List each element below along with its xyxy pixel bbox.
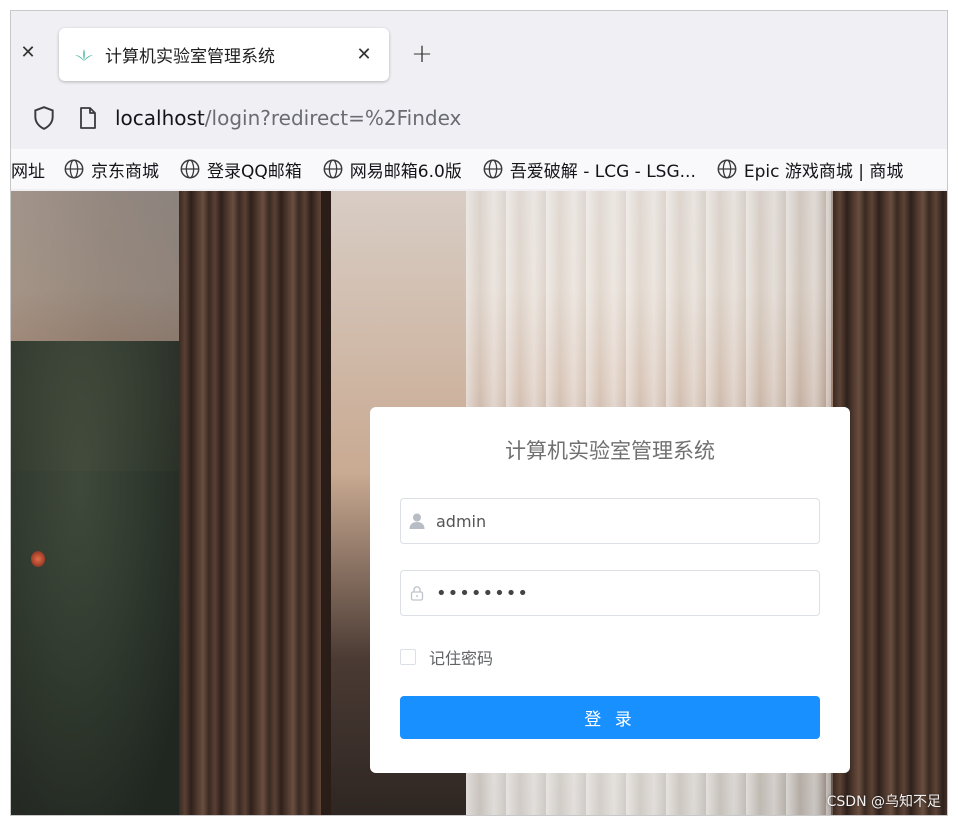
bookmark-item[interactable]: 网址 bbox=[11, 157, 45, 182]
globe-icon bbox=[717, 159, 737, 179]
bookmark-item[interactable]: 京东商城 bbox=[63, 157, 159, 182]
bookmark-item[interactable]: 登录QQ邮箱 bbox=[179, 157, 302, 182]
login-title: 计算机实验室管理系统 bbox=[505, 439, 715, 463]
bookmark-label: 网址 bbox=[11, 161, 45, 182]
background-light bbox=[31, 551, 45, 567]
bookmark-item[interactable]: 吾爱破解 - LCG - LSG... bbox=[482, 157, 696, 182]
password-value: •••••••• bbox=[436, 582, 529, 604]
password-input[interactable]: •••••••• bbox=[400, 570, 820, 616]
watermark: CSDN @乌知不足 bbox=[826, 794, 941, 810]
globe-icon bbox=[323, 159, 343, 179]
tab-strip: ✕ 计算机实验室管理系统 ✕ + bbox=[11, 11, 947, 89]
bookmark-item[interactable]: 网易邮箱6.0版 bbox=[322, 157, 462, 182]
leaf-icon bbox=[73, 44, 95, 66]
plus-icon[interactable]: + bbox=[409, 39, 435, 69]
bookmark-item[interactable]: Epic 游戏商城 | 商城 bbox=[716, 157, 904, 182]
username-value: admin bbox=[436, 511, 487, 531]
bookmark-label: Epic 游戏商城 | 商城 bbox=[743, 161, 904, 182]
tab-title: 计算机实验室管理系统 bbox=[105, 47, 275, 67]
close-icon[interactable]: ✕ bbox=[17, 41, 39, 63]
globe-icon bbox=[483, 159, 503, 179]
background-wood-post bbox=[179, 191, 331, 815]
bookmark-label: 登录QQ邮箱 bbox=[207, 161, 302, 182]
login-button[interactable]: 登 录 bbox=[400, 696, 820, 739]
address-bar[interactable]: localhost/login?redirect=%2Findex bbox=[17, 95, 947, 141]
remember-checkbox[interactable] bbox=[400, 649, 416, 665]
background-wood-post bbox=[833, 191, 947, 815]
url-text[interactable]: localhost/login?redirect=%2Findex bbox=[115, 106, 461, 130]
user-icon bbox=[408, 512, 426, 530]
login-form: 计算机实验室管理系统 admin •••••••• 记住密码 登 录 bbox=[370, 407, 850, 773]
browser-tab[interactable]: 计算机实验室管理系统 ✕ bbox=[59, 28, 389, 81]
remember-password[interactable]: 记住密码 bbox=[400, 645, 493, 669]
bookmarks-bar: 网址 京东商城 登录QQ邮箱 网易邮箱6.0版 吾爱破解 - LCG - LSG… bbox=[11, 149, 947, 189]
background-trees bbox=[11, 341, 186, 815]
bookmark-label: 吾爱破解 - LCG - LSG... bbox=[509, 161, 696, 182]
login-page: 计算机实验室管理系统 admin •••••••• 记住密码 登 录 CSDN … bbox=[11, 191, 947, 815]
shield-icon[interactable] bbox=[31, 105, 57, 131]
page-icon[interactable] bbox=[77, 106, 99, 130]
browser-window: ✕ 计算机实验室管理系统 ✕ + localhost/login?redirec… bbox=[10, 10, 948, 816]
bookmark-label: 京东商城 bbox=[91, 161, 159, 182]
bookmark-label: 网易邮箱6.0版 bbox=[349, 161, 462, 182]
globe-icon bbox=[180, 159, 200, 179]
url-host: localhost bbox=[115, 106, 205, 130]
globe-icon bbox=[64, 159, 84, 179]
close-icon[interactable]: ✕ bbox=[353, 44, 375, 66]
lock-icon bbox=[408, 584, 426, 602]
username-input[interactable]: admin bbox=[400, 498, 820, 544]
url-path: /login?redirect=%2Findex bbox=[204, 106, 462, 130]
remember-label: 记住密码 bbox=[429, 649, 494, 668]
